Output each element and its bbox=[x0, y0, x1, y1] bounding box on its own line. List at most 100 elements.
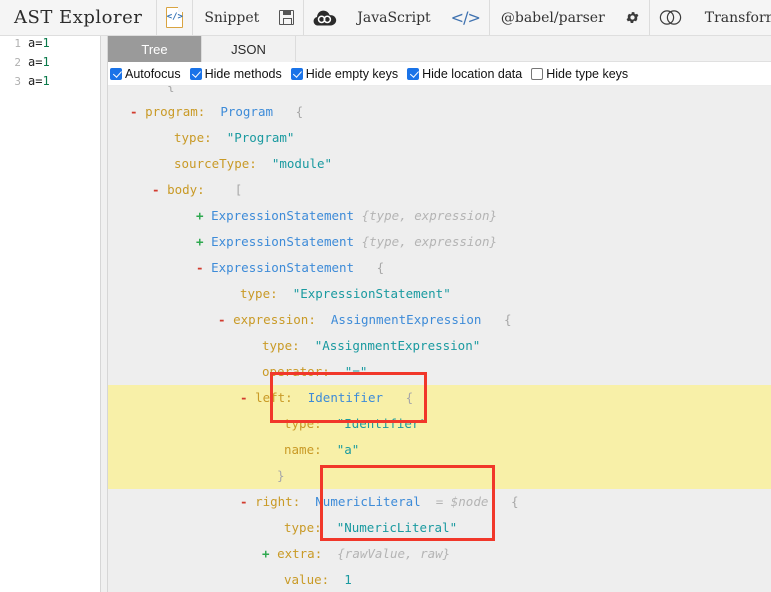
tree-punctuation: [ bbox=[219, 182, 243, 197]
tab-json[interactable]: JSON bbox=[202, 36, 296, 62]
output-tabbar: Tree JSON bbox=[108, 36, 771, 62]
ast-tree-row[interactable]: + ExpressionStatement {type, expression} bbox=[108, 229, 771, 255]
ast-tree-row[interactable]: type: "NumericLiteral" bbox=[108, 515, 771, 541]
code-line: 1 a= 1 bbox=[0, 36, 100, 55]
tree-node-type[interactable]: NumericLiteral bbox=[315, 494, 428, 509]
ast-tree-scroll[interactable]: {- program: Program {type: "Program"sour… bbox=[108, 86, 771, 592]
tree-node-type[interactable]: ExpressionStatement bbox=[211, 234, 362, 249]
transform-label: Transform bbox=[704, 9, 771, 26]
code-line: 2 a= 1 bbox=[0, 55, 100, 74]
parser-label: @babel/parser bbox=[500, 9, 605, 26]
angle-brackets-icon: </> bbox=[450, 8, 481, 27]
line-code: a= bbox=[28, 55, 43, 69]
code-file-icon-button[interactable]: </> bbox=[157, 0, 194, 35]
ast-tree-row[interactable]: + ExpressionStatement {type, expression} bbox=[108, 203, 771, 229]
checkbox-hide-type-keys[interactable] bbox=[531, 67, 544, 80]
tree-node-type[interactable]: Program bbox=[220, 104, 280, 119]
ast-tree-row[interactable]: - right: NumericLiteral = $node { bbox=[108, 489, 771, 515]
checkbox-hide-location-data[interactable] bbox=[407, 67, 420, 80]
expand-toggle-icon[interactable]: + bbox=[262, 546, 277, 561]
line-code: a= bbox=[28, 74, 43, 88]
option-autofocus-label: Autofocus bbox=[125, 66, 181, 81]
expand-toggle-icon[interactable]: + bbox=[196, 208, 211, 223]
ast-tree-row[interactable]: } bbox=[108, 463, 771, 489]
ast-tree-row[interactable]: - expression: AssignmentExpression { bbox=[108, 307, 771, 333]
tree-punctuation: { bbox=[488, 312, 512, 327]
babel-logo-button[interactable] bbox=[304, 0, 346, 35]
tree-key: value: bbox=[284, 572, 345, 587]
checkbox-hide-methods[interactable] bbox=[189, 67, 202, 80]
ast-tree-row[interactable]: value: 1 bbox=[108, 567, 771, 592]
parser-selector[interactable]: @babel/parser bbox=[490, 0, 616, 35]
ast-tree-row[interactable]: name: "a" bbox=[108, 437, 771, 463]
ast-tree-row[interactable]: - left: Identifier { bbox=[108, 385, 771, 411]
tree-key: operator: bbox=[262, 364, 345, 379]
option-hide-empty-keys-label: Hide empty keys bbox=[305, 66, 399, 81]
code-line: 3 a= 1 bbox=[0, 74, 100, 93]
ast-tree-row[interactable]: type: "Program" bbox=[108, 125, 771, 151]
tree-preview: {type, expression} bbox=[361, 234, 498, 249]
settings-button[interactable] bbox=[616, 0, 650, 35]
tabbar-filler bbox=[296, 36, 771, 62]
ast-tree-row[interactable]: { bbox=[108, 86, 771, 99]
collapse-toggle-icon[interactable]: - bbox=[218, 312, 233, 327]
tree-punctuation: { bbox=[361, 260, 385, 275]
tree-string-value: "NumericLiteral" bbox=[336, 520, 458, 535]
main-split: 1 a= 1 2 a= 1 3 a= 1 Tree JSON Autofocus… bbox=[0, 36, 771, 592]
tree-key: extra: bbox=[277, 546, 338, 561]
ast-tree-row[interactable]: type: "Identifier" bbox=[108, 411, 771, 437]
tree-punctuation: { bbox=[495, 494, 519, 509]
tree-node-type[interactable]: ExpressionStatement bbox=[211, 208, 362, 223]
ast-tree-row[interactable]: operator: "=" bbox=[108, 359, 771, 385]
checkbox-hide-empty-keys[interactable] bbox=[290, 67, 303, 80]
ast-tree-row[interactable]: type: "ExpressionStatement" bbox=[108, 281, 771, 307]
code-file-icon: </> bbox=[166, 6, 184, 28]
collapse-toggle-icon[interactable]: - bbox=[240, 390, 255, 405]
collapse-toggle-icon[interactable]: - bbox=[152, 182, 167, 197]
collapse-toggle-icon[interactable]: - bbox=[130, 104, 145, 119]
option-hide-methods[interactable]: Hide methods bbox=[189, 66, 282, 81]
ast-tree-row[interactable]: - program: Program { bbox=[108, 99, 771, 125]
checkbox-autofocus[interactable] bbox=[110, 67, 122, 80]
snippet-button[interactable]: Snippet bbox=[193, 0, 270, 35]
tree-node-type[interactable]: Identifier bbox=[308, 390, 391, 405]
collapse-toggle-icon[interactable]: - bbox=[196, 260, 211, 275]
ast-tree-row[interactable]: - body: [ bbox=[108, 177, 771, 203]
option-autofocus[interactable]: Autofocus bbox=[110, 67, 181, 81]
language-selector[interactable]: JavaScript bbox=[346, 0, 441, 35]
toggle-switch-icon bbox=[659, 10, 685, 25]
tree-key: type: bbox=[262, 338, 315, 353]
app-toolbar: AST Explorer </> Snippet JavaScript </> … bbox=[0, 0, 771, 36]
expand-toggle-icon[interactable]: + bbox=[196, 234, 211, 249]
ast-tree-row[interactable]: - ExpressionStatement { bbox=[108, 255, 771, 281]
tree-punctuation: { bbox=[390, 390, 414, 405]
option-hide-methods-label: Hide methods bbox=[204, 66, 282, 81]
option-hide-empty-keys[interactable]: Hide empty keys bbox=[290, 66, 399, 81]
option-hide-type-keys[interactable]: Hide type keys bbox=[531, 67, 628, 81]
collapse-toggle-icon[interactable]: - bbox=[240, 494, 255, 509]
option-hide-location-data[interactable]: Hide location data bbox=[407, 67, 522, 81]
save-button[interactable] bbox=[270, 0, 305, 35]
line-value: 1 bbox=[42, 55, 50, 69]
tree-key: type: bbox=[240, 286, 293, 301]
ast-tree-row[interactable]: type: "AssignmentExpression" bbox=[108, 333, 771, 359]
language-label: JavaScript bbox=[357, 9, 431, 26]
tree-node-type[interactable]: AssignmentExpression bbox=[331, 312, 489, 327]
line-number: 2 bbox=[14, 56, 21, 69]
tab-tree-label: Tree bbox=[141, 41, 168, 57]
transform-toggle-button[interactable] bbox=[650, 0, 694, 35]
line-code: a= bbox=[28, 36, 43, 50]
tree-key: program: bbox=[145, 104, 221, 119]
angle-brackets-button[interactable]: </> bbox=[442, 0, 490, 35]
tree-node-type[interactable]: ExpressionStatement bbox=[211, 260, 362, 275]
tree-punctuation: { bbox=[152, 86, 175, 93]
code-editor[interactable]: 1 a= 1 2 a= 1 3 a= 1 bbox=[0, 36, 100, 592]
snippet-label: Snippet bbox=[204, 9, 260, 26]
ast-tree-row[interactable]: + extra: {rawValue, raw} bbox=[108, 541, 771, 567]
ast-tree-row[interactable]: sourceType: "module" bbox=[108, 151, 771, 177]
tab-tree[interactable]: Tree bbox=[108, 36, 202, 62]
line-number: 1 bbox=[14, 37, 21, 50]
tree-options-bar: Autofocus Hide methods Hide empty keys H… bbox=[108, 62, 771, 86]
pane-divider-scrollbar[interactable] bbox=[100, 36, 108, 592]
transform-selector[interactable]: Transform bbox=[694, 0, 771, 35]
